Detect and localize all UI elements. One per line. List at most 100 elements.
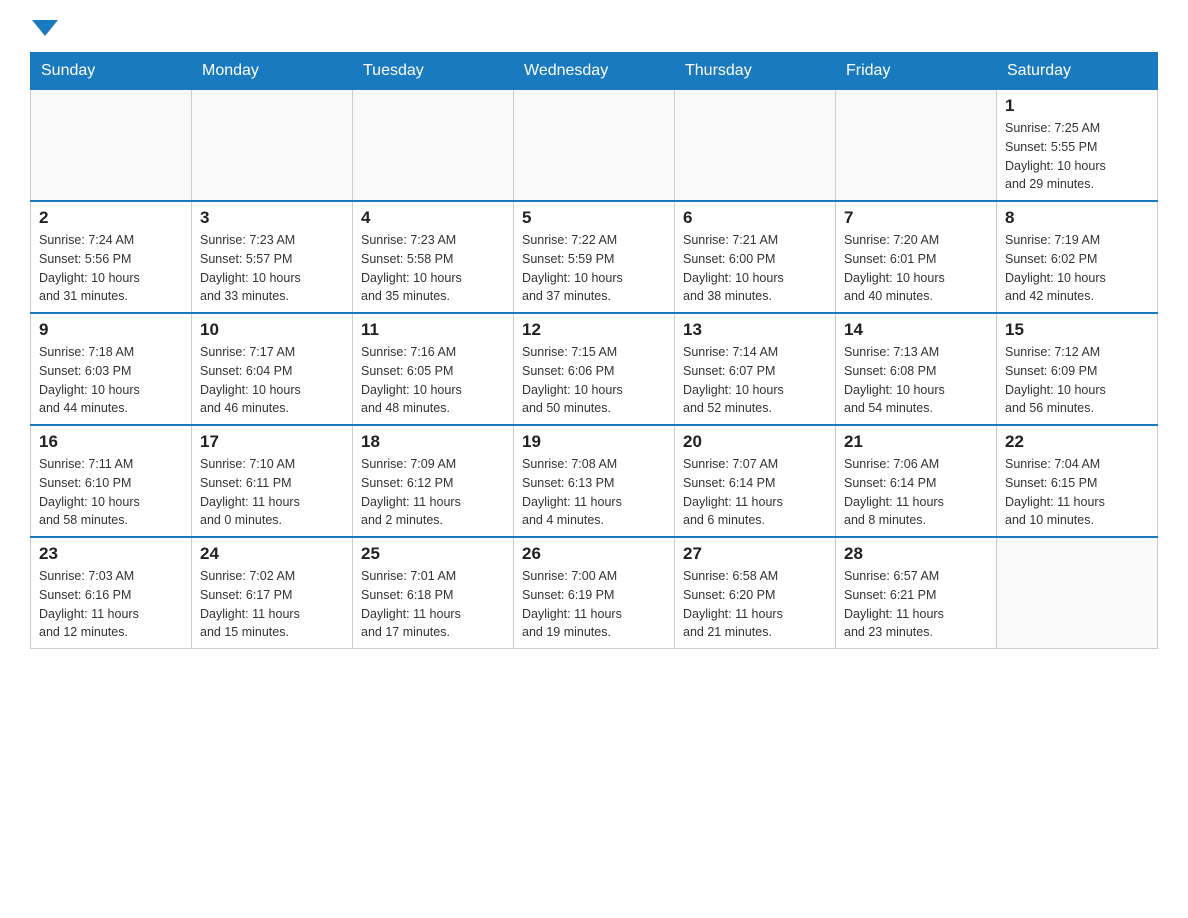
calendar-cell: 26 Sunrise: 7:00 AM Sunset: 6:19 PM Dayli… — [514, 537, 675, 649]
calendar-cell: 20 Sunrise: 7:07 AM Sunset: 6:14 PM Dayli… — [675, 425, 836, 537]
calendar-cell: 22 Sunrise: 7:04 AM Sunset: 6:15 PM Dayli… — [997, 425, 1158, 537]
day-info: Sunrise: 6:57 AM Sunset: 6:21 PM Dayligh… — [844, 567, 988, 642]
calendar-cell: 24 Sunrise: 7:02 AM Sunset: 6:17 PM Dayli… — [192, 537, 353, 649]
calendar-cell: 21 Sunrise: 7:06 AM Sunset: 6:14 PM Dayli… — [836, 425, 997, 537]
day-info: Sunrise: 7:03 AM Sunset: 6:16 PM Dayligh… — [39, 567, 183, 642]
calendar-cell: 19 Sunrise: 7:08 AM Sunset: 6:13 PM Dayli… — [514, 425, 675, 537]
weekday-header-sunday: Sunday — [31, 53, 192, 89]
calendar-cell: 16 Sunrise: 7:11 AM Sunset: 6:10 PM Dayli… — [31, 425, 192, 537]
day-number: 6 — [683, 208, 827, 228]
day-info: Sunrise: 7:15 AM Sunset: 6:06 PM Dayligh… — [522, 343, 666, 418]
day-number: 13 — [683, 320, 827, 340]
calendar-cell: 5 Sunrise: 7:22 AM Sunset: 5:59 PM Daylig… — [514, 201, 675, 313]
page-header — [30, 20, 1158, 36]
day-number: 3 — [200, 208, 344, 228]
day-info: Sunrise: 7:16 AM Sunset: 6:05 PM Dayligh… — [361, 343, 505, 418]
weekday-header-monday: Monday — [192, 53, 353, 89]
day-info: Sunrise: 7:11 AM Sunset: 6:10 PM Dayligh… — [39, 455, 183, 530]
calendar-cell — [192, 89, 353, 201]
day-info: Sunrise: 7:07 AM Sunset: 6:14 PM Dayligh… — [683, 455, 827, 530]
day-info: Sunrise: 7:18 AM Sunset: 6:03 PM Dayligh… — [39, 343, 183, 418]
day-info: Sunrise: 6:58 AM Sunset: 6:20 PM Dayligh… — [683, 567, 827, 642]
calendar-cell: 12 Sunrise: 7:15 AM Sunset: 6:06 PM Dayli… — [514, 313, 675, 425]
calendar-cell: 1 Sunrise: 7:25 AM Sunset: 5:55 PM Daylig… — [997, 89, 1158, 201]
day-number: 24 — [200, 544, 344, 564]
day-info: Sunrise: 7:04 AM Sunset: 6:15 PM Dayligh… — [1005, 455, 1149, 530]
day-number: 9 — [39, 320, 183, 340]
weekday-header-tuesday: Tuesday — [353, 53, 514, 89]
day-number: 27 — [683, 544, 827, 564]
weekday-header-thursday: Thursday — [675, 53, 836, 89]
day-number: 15 — [1005, 320, 1149, 340]
day-number: 14 — [844, 320, 988, 340]
calendar-week-row: 1 Sunrise: 7:25 AM Sunset: 5:55 PM Daylig… — [31, 89, 1158, 201]
day-info: Sunrise: 7:23 AM Sunset: 5:57 PM Dayligh… — [200, 231, 344, 306]
calendar-cell — [836, 89, 997, 201]
day-info: Sunrise: 7:06 AM Sunset: 6:14 PM Dayligh… — [844, 455, 988, 530]
calendar-week-row: 16 Sunrise: 7:11 AM Sunset: 6:10 PM Dayli… — [31, 425, 1158, 537]
day-number: 18 — [361, 432, 505, 452]
calendar-cell: 11 Sunrise: 7:16 AM Sunset: 6:05 PM Dayli… — [353, 313, 514, 425]
weekday-header-friday: Friday — [836, 53, 997, 89]
day-number: 20 — [683, 432, 827, 452]
calendar-week-row: 23 Sunrise: 7:03 AM Sunset: 6:16 PM Dayli… — [31, 537, 1158, 649]
calendar-header-row: SundayMondayTuesdayWednesdayThursdayFrid… — [31, 53, 1158, 89]
day-info: Sunrise: 7:02 AM Sunset: 6:17 PM Dayligh… — [200, 567, 344, 642]
day-info: Sunrise: 7:24 AM Sunset: 5:56 PM Dayligh… — [39, 231, 183, 306]
calendar-week-row: 9 Sunrise: 7:18 AM Sunset: 6:03 PM Daylig… — [31, 313, 1158, 425]
calendar-cell: 23 Sunrise: 7:03 AM Sunset: 6:16 PM Dayli… — [31, 537, 192, 649]
calendar-cell — [997, 537, 1158, 649]
day-info: Sunrise: 7:09 AM Sunset: 6:12 PM Dayligh… — [361, 455, 505, 530]
logo-arrow-icon — [32, 20, 58, 36]
calendar-cell: 8 Sunrise: 7:19 AM Sunset: 6:02 PM Daylig… — [997, 201, 1158, 313]
day-info: Sunrise: 7:12 AM Sunset: 6:09 PM Dayligh… — [1005, 343, 1149, 418]
day-info: Sunrise: 7:17 AM Sunset: 6:04 PM Dayligh… — [200, 343, 344, 418]
day-number: 19 — [522, 432, 666, 452]
logo-area — [30, 20, 58, 36]
day-info: Sunrise: 7:22 AM Sunset: 5:59 PM Dayligh… — [522, 231, 666, 306]
day-number: 16 — [39, 432, 183, 452]
weekday-header-saturday: Saturday — [997, 53, 1158, 89]
day-info: Sunrise: 7:20 AM Sunset: 6:01 PM Dayligh… — [844, 231, 988, 306]
calendar-cell: 6 Sunrise: 7:21 AM Sunset: 6:00 PM Daylig… — [675, 201, 836, 313]
day-number: 17 — [200, 432, 344, 452]
calendar-cell: 4Sunrise: 7:23 AM Sunset: 5:58 PM Daylig… — [353, 201, 514, 313]
day-number: 22 — [1005, 432, 1149, 452]
calendar-cell: 9 Sunrise: 7:18 AM Sunset: 6:03 PM Daylig… — [31, 313, 192, 425]
day-info: Sunrise: 7:25 AM Sunset: 5:55 PM Dayligh… — [1005, 119, 1149, 194]
day-info: Sunrise: 7:00 AM Sunset: 6:19 PM Dayligh… — [522, 567, 666, 642]
day-number: 25 — [361, 544, 505, 564]
day-info: Sunrise: 7:10 AM Sunset: 6:11 PM Dayligh… — [200, 455, 344, 530]
day-number: 11 — [361, 320, 505, 340]
calendar-cell: 3 Sunrise: 7:23 AM Sunset: 5:57 PM Daylig… — [192, 201, 353, 313]
day-info: Sunrise: 7:14 AM Sunset: 6:07 PM Dayligh… — [683, 343, 827, 418]
calendar-cell — [514, 89, 675, 201]
day-number: 5 — [522, 208, 666, 228]
calendar-cell — [675, 89, 836, 201]
calendar-table: SundayMondayTuesdayWednesdayThursdayFrid… — [30, 52, 1158, 649]
calendar-cell: 28Sunrise: 6:57 AM Sunset: 6:21 PM Dayli… — [836, 537, 997, 649]
calendar-cell: 18 Sunrise: 7:09 AM Sunset: 6:12 PM Dayli… — [353, 425, 514, 537]
day-info: Sunrise: 7:01 AM Sunset: 6:18 PM Dayligh… — [361, 567, 505, 642]
calendar-cell: 17 Sunrise: 7:10 AM Sunset: 6:11 PM Dayli… — [192, 425, 353, 537]
calendar-cell: 25 Sunrise: 7:01 AM Sunset: 6:18 PM Dayli… — [353, 537, 514, 649]
calendar-cell: 27 Sunrise: 6:58 AM Sunset: 6:20 PM Dayli… — [675, 537, 836, 649]
calendar-cell — [31, 89, 192, 201]
calendar-cell: 13 Sunrise: 7:14 AM Sunset: 6:07 PM Dayli… — [675, 313, 836, 425]
day-number: 21 — [844, 432, 988, 452]
day-info: Sunrise: 7:19 AM Sunset: 6:02 PM Dayligh… — [1005, 231, 1149, 306]
day-number: 1 — [1005, 96, 1149, 116]
day-number: 8 — [1005, 208, 1149, 228]
day-number: 7 — [844, 208, 988, 228]
calendar-cell: 10Sunrise: 7:17 AM Sunset: 6:04 PM Dayli… — [192, 313, 353, 425]
day-info: Sunrise: 7:21 AM Sunset: 6:00 PM Dayligh… — [683, 231, 827, 306]
calendar-cell — [353, 89, 514, 201]
day-info: Sunrise: 7:23 AM Sunset: 5:58 PM Dayligh… — [361, 231, 505, 306]
day-info: Sunrise: 7:08 AM Sunset: 6:13 PM Dayligh… — [522, 455, 666, 530]
calendar-week-row: 2 Sunrise: 7:24 AM Sunset: 5:56 PM Daylig… — [31, 201, 1158, 313]
day-number: 23 — [39, 544, 183, 564]
day-number: 2 — [39, 208, 183, 228]
day-number: 12 — [522, 320, 666, 340]
day-number: 26 — [522, 544, 666, 564]
calendar-cell: 15 Sunrise: 7:12 AM Sunset: 6:09 PM Dayli… — [997, 313, 1158, 425]
